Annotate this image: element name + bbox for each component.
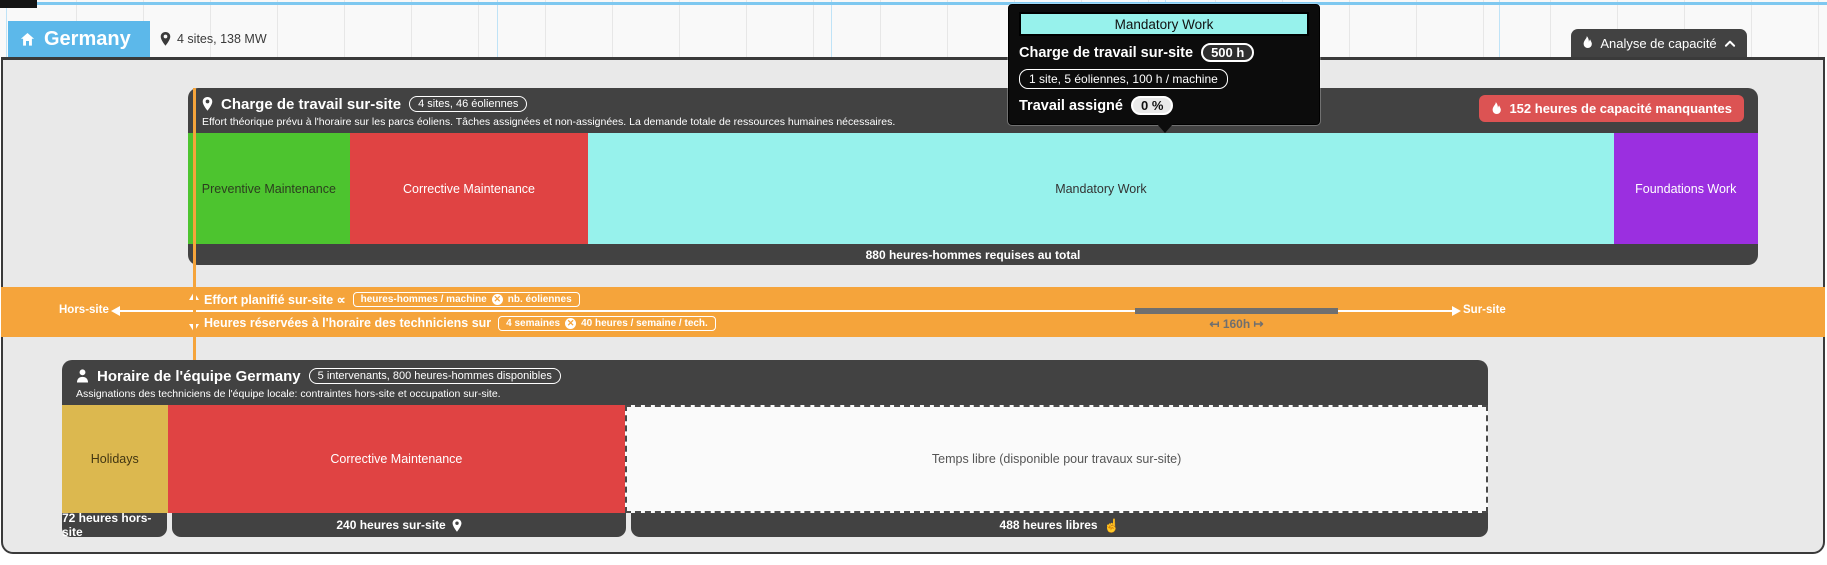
hours-formula-row: Heures réservées à l'horaire des technic…	[204, 314, 716, 332]
workload-segment-preventive[interactable]: Preventive Maintenance	[188, 133, 350, 244]
team-block-holidays[interactable]: Holidays	[62, 405, 168, 513]
segment-label: Holidays	[91, 452, 139, 466]
capacity-analysis-toggle[interactable]: Analyse de capacité	[1571, 29, 1747, 57]
hours-formula-badge: 4 semaines ✕ 40 heures / semaine / tech.	[498, 316, 716, 331]
map-pin-icon	[452, 519, 462, 532]
badge-term: nb. éoliennes	[508, 294, 572, 305]
timeline-start-marker	[0, 0, 37, 8]
free-hours-footer: 488 heures libres ☝	[631, 513, 1488, 537]
workload-panel: Charge de travail sur-site 4 sites, 46 é…	[188, 88, 1758, 265]
team-panel-title: Horaire de l'équipe Germany	[97, 368, 301, 385]
badge-term: heures-hommes / machine	[361, 294, 487, 305]
person-icon	[76, 369, 89, 383]
team-block-free-time[interactable]: Temps libre (disponible pour travaux sur…	[625, 405, 1488, 513]
measure-arrow-left-icon: ↤	[1209, 317, 1222, 331]
multiply-icon: ✕	[492, 294, 503, 305]
team-block-corrective[interactable]: Corrective Maintenance	[168, 405, 626, 513]
badge-term: 4 semaines	[506, 318, 560, 329]
footer-label: 72 heures hors-site	[62, 511, 167, 539]
hand-pointer-icon: ☝	[1104, 519, 1120, 532]
flow-band: Hors-site Sur-site Effort planifié sur-s…	[1, 287, 1825, 337]
workload-bar: Preventive Maintenance Corrective Mainte…	[188, 133, 1758, 244]
team-panel-subtitle: Assignations des techniciens de l'équipe…	[76, 388, 1474, 400]
segment-label: Corrective Maintenance	[403, 182, 535, 196]
badge-term: 40 heures / semaine / tech.	[581, 318, 708, 329]
tooltip-caret	[1157, 124, 1173, 133]
tooltip-workload-value: 500 h	[1201, 43, 1254, 62]
map-pin-icon	[202, 97, 213, 111]
arrow-right-icon	[1452, 306, 1461, 316]
multiply-icon: ✕	[565, 318, 576, 329]
footer-label: 240 heures sur-site	[336, 518, 445, 532]
tooltip-assigned-value: 0 %	[1131, 96, 1173, 115]
workload-segment-mandatory[interactable]: Mandatory Work	[588, 133, 1613, 244]
region-stats-text: 4 sites, 138 MW	[177, 32, 267, 46]
map-pin-icon	[160, 32, 171, 46]
onsite-label: Sur-site	[1463, 304, 1506, 316]
team-footers: 72 heures hors-site 240 heures sur-site …	[62, 513, 1488, 537]
footer-label: 488 heures libres	[1000, 518, 1098, 532]
team-schedule-panel: Horaire de l'équipe Germany 5 intervenan…	[62, 360, 1488, 537]
workload-panel-badge: 4 sites, 46 éoliennes	[409, 96, 527, 112]
workload-total: 880 heures-hommes requises au total	[188, 244, 1758, 265]
site-connector-line	[193, 88, 196, 360]
effort-formula-badge: heures-hommes / machine ✕ nb. éoliennes	[353, 292, 580, 307]
segment-label: Mandatory Work	[1055, 182, 1146, 196]
tooltip-title: Mandatory Work	[1019, 12, 1309, 36]
onsite-hours-footer: 240 heures sur-site	[172, 513, 627, 537]
hours-formula-text: Heures réservées à l'horaire des technic…	[204, 316, 491, 330]
tooltip-workload-label: Charge de travail sur-site	[1019, 45, 1193, 61]
capacity-analysis-label: Analyse de capacité	[1600, 36, 1716, 51]
workload-panel-title: Charge de travail sur-site	[221, 96, 401, 113]
region-breadcrumb[interactable]: Germany	[8, 21, 150, 57]
effort-formula-row: Effort planifié sur-site ∝ heures-hommes…	[204, 290, 580, 308]
flame-icon	[1491, 102, 1502, 116]
region-stats: 4 sites, 138 MW	[160, 30, 267, 48]
tooltip-detail: 1 site, 5 éoliennes, 100 h / machine	[1019, 69, 1228, 89]
missing-capacity-button[interactable]: 152 heures de capacité manquantes	[1479, 95, 1744, 122]
timeline-progress-line	[0, 2, 1827, 5]
workload-panel-header: Charge de travail sur-site 4 sites, 46 é…	[188, 88, 1758, 133]
flame-icon	[1582, 36, 1593, 50]
timeline-header	[0, 0, 1827, 57]
team-schedule-bar: Holidays Corrective Maintenance Temps li…	[62, 405, 1488, 513]
segment-label: Corrective Maintenance	[330, 452, 462, 466]
workload-segment-corrective[interactable]: Corrective Maintenance	[350, 133, 589, 244]
segment-label: Foundations Work	[1635, 182, 1736, 196]
arrow-left-icon	[111, 306, 120, 316]
workload-segment-foundations[interactable]: Foundations Work	[1614, 133, 1758, 244]
segment-label: Temps libre (disponible pour travaux sur…	[932, 452, 1181, 466]
measure-value: 160h	[1223, 317, 1250, 331]
chevron-up-icon	[1724, 39, 1736, 48]
team-panel-header: Horaire de l'équipe Germany 5 intervenan…	[62, 360, 1488, 405]
segment-label: Preventive Maintenance	[202, 182, 336, 196]
segment-tooltip: Mandatory Work Charge de travail sur-sit…	[1008, 4, 1320, 125]
missing-capacity-label: 152 heures de capacité manquantes	[1509, 101, 1732, 116]
tooltip-assigned-label: Travail assigné	[1019, 98, 1123, 114]
region-name: Germany	[44, 28, 131, 51]
effort-formula-text: Effort planifié sur-site ∝	[204, 292, 346, 307]
measure-label: ↤ 160h ↦	[1135, 317, 1338, 331]
measure-segment	[1135, 308, 1338, 314]
home-icon	[20, 32, 35, 47]
measure-arrow-right-icon: ↦	[1250, 317, 1263, 331]
team-panel-badge: 5 intervenants, 800 heures-hommes dispon…	[309, 368, 561, 384]
offsite-label: Hors-site	[59, 304, 109, 316]
offsite-hours-footer: 72 heures hors-site	[62, 513, 167, 537]
